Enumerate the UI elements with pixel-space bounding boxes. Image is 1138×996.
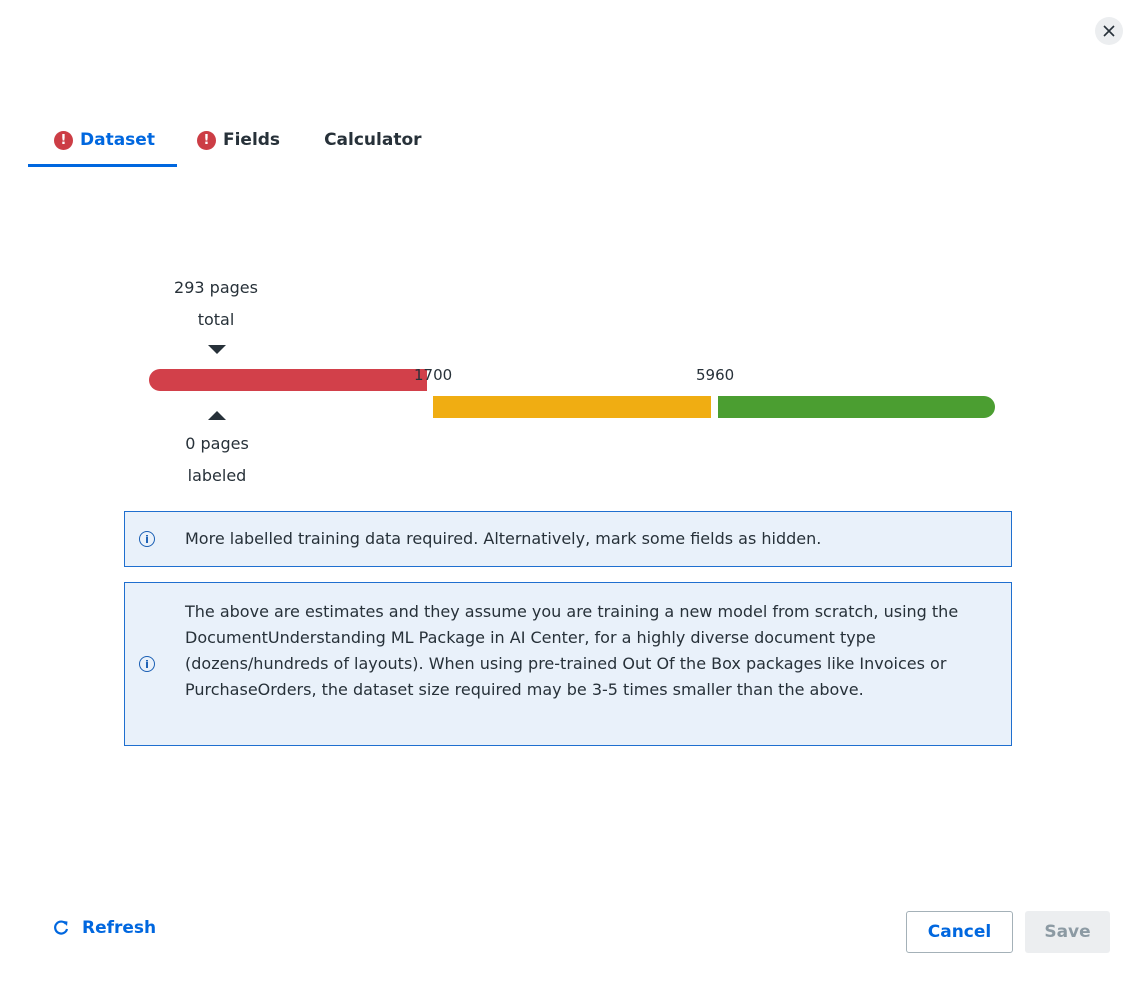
threshold-high: 5960 [696, 366, 735, 384]
error-icon: ! [196, 130, 216, 150]
refresh-button[interactable]: Refresh [52, 918, 156, 938]
info-message-text: More labelled training data required. Al… [185, 529, 822, 548]
refresh-label: Refresh [82, 918, 157, 938]
progress-bar-green-segment [718, 396, 995, 418]
error-icon: ! [54, 130, 73, 150]
save-button[interactable]: Save [1025, 911, 1110, 953]
tab-label: Fields [222, 130, 281, 150]
total-pages-caption: total [197, 310, 235, 329]
info-icon: i [139, 656, 155, 672]
progress-bar-red-segment [149, 369, 427, 391]
tab-label: Dataset [80, 130, 155, 150]
info-icon: i [139, 531, 155, 547]
tab-bar: ! Dataset ! Fields Calculator [28, 118, 444, 168]
labeled-pages-caption: labeled [187, 466, 247, 485]
info-message-required-data: i More labelled training data required. … [124, 511, 1012, 567]
close-icon [1103, 25, 1115, 37]
total-pages-count: 293 pages [174, 278, 258, 297]
tab-fields[interactable]: ! Fields [177, 118, 302, 162]
refresh-icon [54, 920, 69, 935]
info-message-estimates: i The above are estimates and they assum… [124, 582, 1012, 746]
info-message-text: The above are estimates and they assume … [185, 602, 959, 699]
close-button[interactable] [1095, 17, 1123, 45]
tab-label: Calculator [324, 130, 422, 150]
total-pages-label: 293 pages total [156, 272, 276, 336]
labeled-pages-count: 0 pages [185, 434, 249, 453]
labeled-pages-label: 0 pages labeled [164, 428, 270, 492]
labeled-marker-arrow-icon [208, 411, 226, 420]
tab-dataset[interactable]: ! Dataset [28, 118, 177, 167]
cancel-button[interactable]: Cancel [906, 911, 1013, 953]
total-marker-arrow-icon [208, 345, 226, 354]
progress-bar-yellow-segment [433, 396, 711, 418]
tab-calculator[interactable]: Calculator [302, 118, 443, 162]
threshold-low: 1700 [414, 366, 453, 384]
dialog: ! Dataset ! Fields Calculator 293 pages … [0, 0, 1138, 996]
